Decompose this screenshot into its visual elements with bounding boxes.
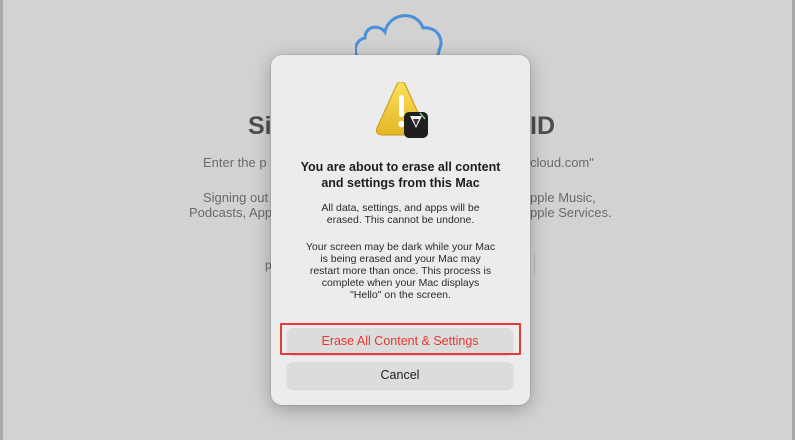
dialog-title: You are about to erase all content and s…: [281, 159, 520, 191]
message-line: restart more than once. This process is: [309, 265, 492, 277]
dialog-title-line: You are about to erase all content: [300, 160, 501, 174]
background-field-edge: [530, 254, 535, 274]
background-line1-left: Enter the p: [203, 155, 267, 170]
message-line: "Hello" on the screen.: [350, 289, 451, 301]
background-line3-left: Podcasts, App: [189, 205, 273, 220]
message-line: Your screen may be dark while your Mac: [305, 241, 496, 253]
icloud-icon: [355, 14, 443, 60]
dialog-message-details: Your screen may be dark while your Mac i…: [281, 241, 520, 301]
erase-all-content-button[interactable]: Erase All Content & Settings: [287, 328, 513, 355]
erase-alert-dialog: You are about to erase all content and s…: [271, 55, 530, 405]
background-line1-right: cloud.com": [530, 155, 594, 170]
dialog-message-warning: All data, settings, and apps will be era…: [281, 202, 520, 226]
background-line2-right: pple Music,: [530, 190, 596, 205]
dialog-title-line: and settings from this Mac: [321, 176, 480, 190]
warning-with-tuxedo-icon: [375, 82, 428, 138]
background-title-right: ID: [530, 112, 555, 140]
background-title-left: Si: [248, 112, 272, 140]
cancel-button[interactable]: Cancel: [287, 362, 513, 389]
background-line3-right: pple Services.: [530, 205, 612, 220]
message-line: All data, settings, and apps will be: [321, 202, 480, 214]
message-line: complete when your Mac displays: [321, 277, 480, 289]
message-line: erased. This cannot be undone.: [326, 214, 475, 226]
background-line2-left: Signing out: [203, 190, 269, 205]
message-line: is being erased and your Mac may: [320, 253, 481, 265]
